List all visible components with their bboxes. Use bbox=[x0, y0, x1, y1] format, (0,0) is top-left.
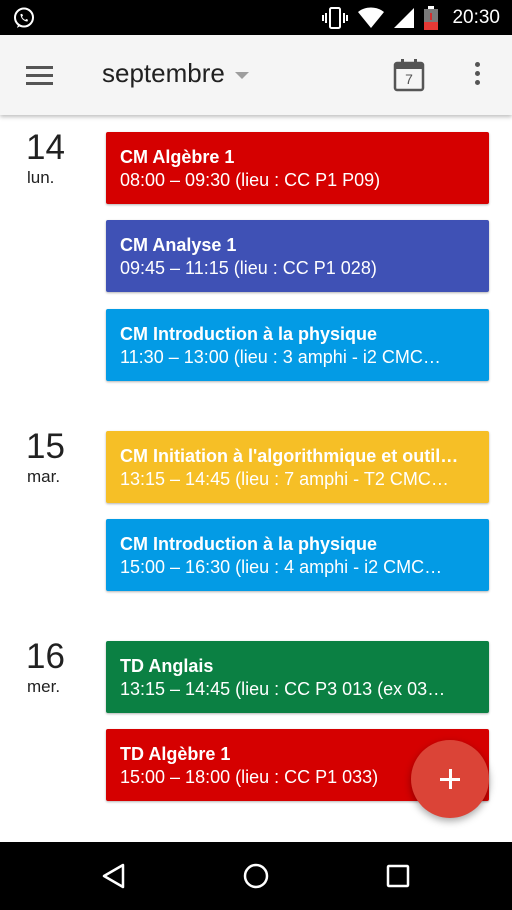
event-title: CM Introduction à la physique bbox=[120, 534, 378, 554]
menu-icon bbox=[26, 66, 53, 69]
event-card[interactable]: TD Anglais 13:15 – 14:45 (lieu : CC P3 0… bbox=[106, 641, 489, 713]
event-title: CM Analyse 1 bbox=[120, 235, 237, 255]
month-title: septembre bbox=[102, 58, 225, 88]
add-event-button[interactable] bbox=[411, 740, 489, 818]
month-selector[interactable]: septembre bbox=[102, 58, 249, 89]
event-card[interactable]: CM Initiation à l'algorithmique et outil… bbox=[106, 431, 489, 503]
event-title: CM Introduction à la physique bbox=[120, 324, 378, 344]
navigation-bar bbox=[0, 842, 512, 910]
event-detail: 15:00 – 16:30 (lieu : 4 amphi - i2 CMC… bbox=[120, 557, 443, 577]
event-card[interactable]: CM Analyse 1 09:45 – 11:15 (lieu : CC P1… bbox=[106, 220, 489, 292]
event-card[interactable]: CM Introduction à la physique 15:00 – 16… bbox=[106, 519, 489, 591]
clock: 20:30 bbox=[452, 6, 500, 28]
back-button[interactable] bbox=[94, 856, 134, 896]
recents-button[interactable] bbox=[378, 856, 418, 896]
back-icon bbox=[102, 863, 125, 889]
battery-low-icon bbox=[424, 5, 439, 30]
event-card[interactable]: CM Algèbre 1 08:00 – 09:30 (lieu : CC P1… bbox=[106, 132, 489, 204]
event-card[interactable]: CM Introduction à la physique 11:30 – 13… bbox=[106, 309, 489, 381]
menu-button[interactable] bbox=[26, 62, 54, 88]
schedule-list[interactable]: 14 lun. CM Algèbre 1 08:00 – 09:30 (lieu… bbox=[0, 115, 512, 842]
today-date: 7 bbox=[405, 71, 413, 87]
event-detail: 13:15 – 14:45 (lieu : CC P3 013 (ex 03… bbox=[120, 679, 446, 699]
home-button[interactable] bbox=[236, 856, 276, 896]
day-name: mer. bbox=[27, 677, 61, 696]
overflow-menu-button[interactable] bbox=[467, 62, 487, 90]
event-title: CM Initiation à l'algorithmique et outil… bbox=[120, 446, 459, 466]
signal-icon bbox=[394, 7, 415, 28]
event-title: TD Anglais bbox=[120, 656, 214, 676]
app-bar: septembre 7 bbox=[0, 35, 512, 115]
event-title: CM Algèbre 1 bbox=[120, 147, 235, 167]
day-number: 15 bbox=[26, 427, 65, 466]
event-detail: 11:30 – 13:00 (lieu : 3 amphi - i2 CMC… bbox=[120, 347, 441, 367]
status-bar: 20:30 bbox=[0, 0, 512, 35]
today-button[interactable]: 7 bbox=[393, 58, 425, 92]
day-name: mar. bbox=[27, 467, 61, 486]
event-detail: 09:45 – 11:15 (lieu : CC P1 028) bbox=[120, 258, 377, 278]
event-detail: 13:15 – 14:45 (lieu : 7 amphi - T2 CMC… bbox=[120, 469, 449, 489]
day-name: lun. bbox=[27, 168, 55, 187]
vibrate-icon bbox=[322, 6, 349, 29]
overflow-menu-icon bbox=[474, 62, 480, 67]
recents-icon bbox=[386, 864, 410, 888]
event-detail: 08:00 – 09:30 (lieu : CC P1 P09) bbox=[120, 170, 381, 190]
home-icon bbox=[243, 863, 269, 889]
whatsapp-icon bbox=[14, 7, 34, 28]
day-number: 16 bbox=[26, 637, 65, 676]
dropdown-arrow-icon bbox=[234, 71, 249, 79]
wifi-icon bbox=[358, 7, 385, 28]
day-number: 14 bbox=[26, 128, 65, 167]
